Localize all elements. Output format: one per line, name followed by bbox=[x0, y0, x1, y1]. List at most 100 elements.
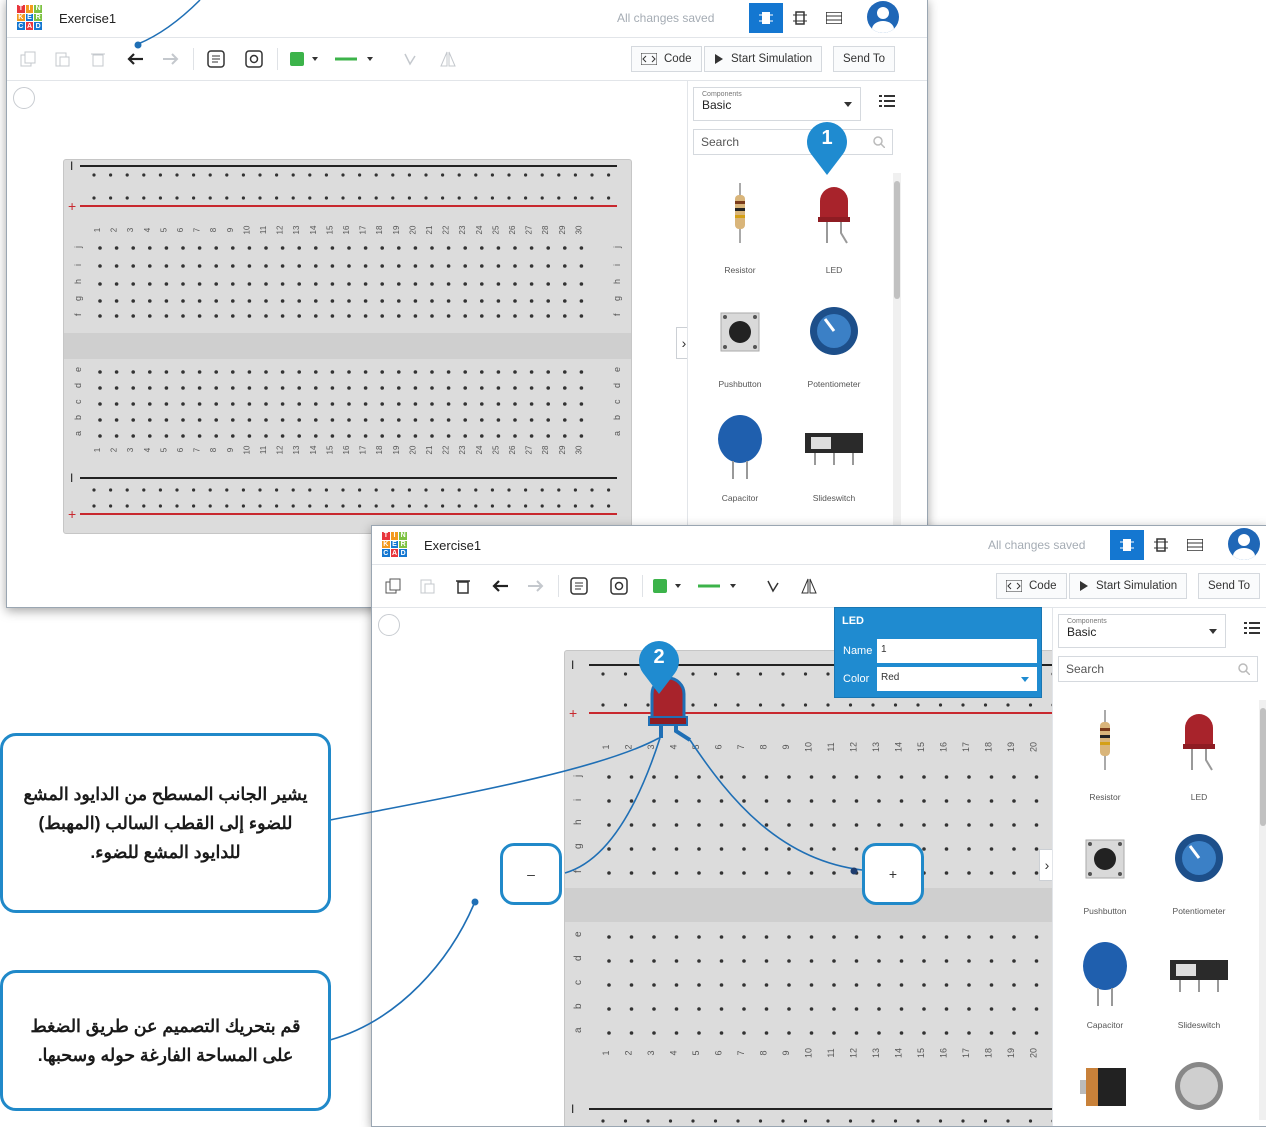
breadboard-hole bbox=[446, 299, 451, 303]
project-name[interactable]: Exercise1 bbox=[424, 538, 481, 553]
breadboard-hole bbox=[446, 246, 451, 250]
notes-icon[interactable] bbox=[205, 48, 227, 70]
undo-icon[interactable] bbox=[125, 48, 147, 70]
component-slideswitch[interactable]: Slideswitch bbox=[787, 405, 881, 515]
rail-hole bbox=[646, 703, 650, 707]
start-simulation-button[interactable]: Start Simulation bbox=[704, 46, 823, 72]
component-pushbutton[interactable]: Pushbutton bbox=[1058, 818, 1152, 928]
component-resistor[interactable]: Resistor bbox=[693, 177, 787, 287]
rail-hole bbox=[540, 173, 544, 177]
paste-icon[interactable] bbox=[416, 575, 438, 597]
zoom-to-fit-icon[interactable] bbox=[378, 614, 400, 636]
code-button[interactable]: Code bbox=[631, 46, 702, 72]
component-potentiometer[interactable]: Potentiometer bbox=[1152, 818, 1246, 928]
components-dropdown[interactable]: Components Basic bbox=[1058, 614, 1226, 648]
breadboard-hole bbox=[413, 370, 418, 374]
flip-icon[interactable] bbox=[798, 575, 820, 597]
column-number: 16 bbox=[939, 1048, 949, 1058]
view-notes-icon[interactable] bbox=[608, 575, 630, 597]
rail-hole bbox=[391, 504, 395, 508]
breadboard-hole bbox=[989, 1007, 994, 1011]
breadboard-hole bbox=[922, 823, 926, 827]
tinkercad-logo[interactable]: TIN KER CAD bbox=[382, 532, 407, 557]
column-number: 3 bbox=[646, 1050, 656, 1055]
start-simulation-button[interactable]: Start Simulation bbox=[1069, 573, 1188, 599]
delete-icon[interactable] bbox=[452, 575, 474, 597]
led-icon bbox=[1183, 714, 1215, 771]
zoom-to-fit-icon[interactable] bbox=[13, 87, 35, 109]
wire-type-picker[interactable] bbox=[698, 575, 740, 597]
breadboard-hole bbox=[430, 246, 434, 250]
redo-icon[interactable] bbox=[159, 48, 181, 70]
color-picker[interactable] bbox=[652, 575, 684, 597]
breadboard[interactable]: I +1 1 2 2 3 3 4 4 5 5 6 6 7 7 8 8 9 9 10 10 11 11 12 12 13 13 14 14… bbox=[63, 159, 632, 534]
project-name[interactable]: Exercise1 bbox=[59, 11, 116, 26]
circuit-view-button[interactable] bbox=[749, 3, 783, 33]
breadboard-hole bbox=[297, 386, 301, 390]
component-pushbutton[interactable]: Pushbutton bbox=[693, 291, 787, 401]
breadboard-hole bbox=[314, 299, 318, 303]
breadboard-hole bbox=[1012, 799, 1016, 803]
column-number: 13 bbox=[871, 1048, 881, 1058]
rail-hole bbox=[125, 504, 129, 508]
breadboard-hole bbox=[967, 959, 971, 963]
row-letter: g bbox=[612, 296, 622, 301]
component-capacitor[interactable]: Capacitor bbox=[693, 405, 787, 515]
user-avatar[interactable] bbox=[867, 1, 899, 33]
chevron-down-icon bbox=[1209, 629, 1217, 634]
components-dropdown[interactable]: Components Basic bbox=[693, 87, 861, 121]
undo-icon[interactable] bbox=[490, 575, 512, 597]
view-notes-icon[interactable] bbox=[243, 48, 265, 70]
send-to-button[interactable]: Send To bbox=[1198, 573, 1260, 599]
led-color-select[interactable]: Color Red bbox=[839, 667, 1037, 691]
component-resistor[interactable]: Resistor bbox=[1058, 704, 1152, 814]
send-to-button[interactable]: Send To bbox=[833, 46, 895, 72]
breadboard-hole bbox=[131, 299, 135, 303]
rail-hole bbox=[607, 488, 611, 492]
search-input[interactable]: Search bbox=[1058, 656, 1258, 682]
schematic-view-button[interactable] bbox=[783, 3, 817, 33]
breadboard-hole bbox=[529, 370, 534, 374]
tinkercad-logo[interactable]: TIN KER CAD bbox=[17, 5, 42, 30]
breadboard-hole bbox=[231, 264, 235, 268]
sidebar-scrollbar[interactable] bbox=[1259, 700, 1266, 1120]
component-led[interactable]: LED bbox=[787, 177, 881, 287]
component-led[interactable]: LED bbox=[1152, 704, 1246, 814]
color-picker[interactable] bbox=[289, 48, 321, 70]
rotate-icon[interactable] bbox=[762, 575, 784, 597]
component-list-button[interactable] bbox=[817, 3, 851, 33]
rotate-icon[interactable] bbox=[399, 48, 421, 70]
component-slideswitch[interactable]: Slideswitch bbox=[1152, 932, 1246, 1042]
component-coin-cell[interactable] bbox=[1152, 1046, 1246, 1126]
breadboard-hole bbox=[148, 386, 152, 390]
search-input[interactable]: Search bbox=[693, 129, 893, 155]
column-number: 21 bbox=[425, 445, 434, 454]
code-button[interactable]: Code bbox=[996, 573, 1067, 599]
user-avatar[interactable] bbox=[1228, 528, 1260, 560]
copy-icon[interactable] bbox=[17, 48, 39, 70]
breadboard-hole bbox=[877, 983, 881, 987]
wire-type-picker[interactable] bbox=[335, 48, 377, 70]
component-capacitor[interactable]: Capacitor bbox=[1058, 932, 1152, 1042]
schematic-view-button[interactable] bbox=[1144, 530, 1178, 560]
flip-icon[interactable] bbox=[437, 48, 459, 70]
delete-icon[interactable] bbox=[87, 48, 109, 70]
rail-hole bbox=[457, 488, 461, 492]
paste-icon[interactable] bbox=[51, 48, 73, 70]
component-list-button[interactable] bbox=[1178, 530, 1212, 560]
circuit-view-button[interactable] bbox=[1110, 530, 1144, 560]
led-name-field[interactable]: Name 1 bbox=[839, 639, 1037, 663]
redo-icon[interactable] bbox=[524, 575, 546, 597]
component-battery[interactable] bbox=[1058, 1046, 1152, 1126]
list-icon[interactable] bbox=[1244, 622, 1260, 634]
rail-hole bbox=[225, 504, 229, 508]
search-icon bbox=[1238, 663, 1250, 675]
copy-icon[interactable] bbox=[382, 575, 404, 597]
rail-hole bbox=[474, 488, 478, 492]
breadboard[interactable]: I +1 1 2 2 3 3 4 4 5 5 6 6 7 7 8 8 9 9 10 10 11 11 12 12 13 13 14 14… bbox=[564, 650, 1086, 1126]
breadboard-hole bbox=[629, 847, 634, 851]
list-icon[interactable] bbox=[879, 95, 895, 107]
notes-icon[interactable] bbox=[568, 575, 590, 597]
component-potentiometer[interactable]: Potentiometer bbox=[787, 291, 881, 401]
rail-hole bbox=[490, 196, 494, 200]
